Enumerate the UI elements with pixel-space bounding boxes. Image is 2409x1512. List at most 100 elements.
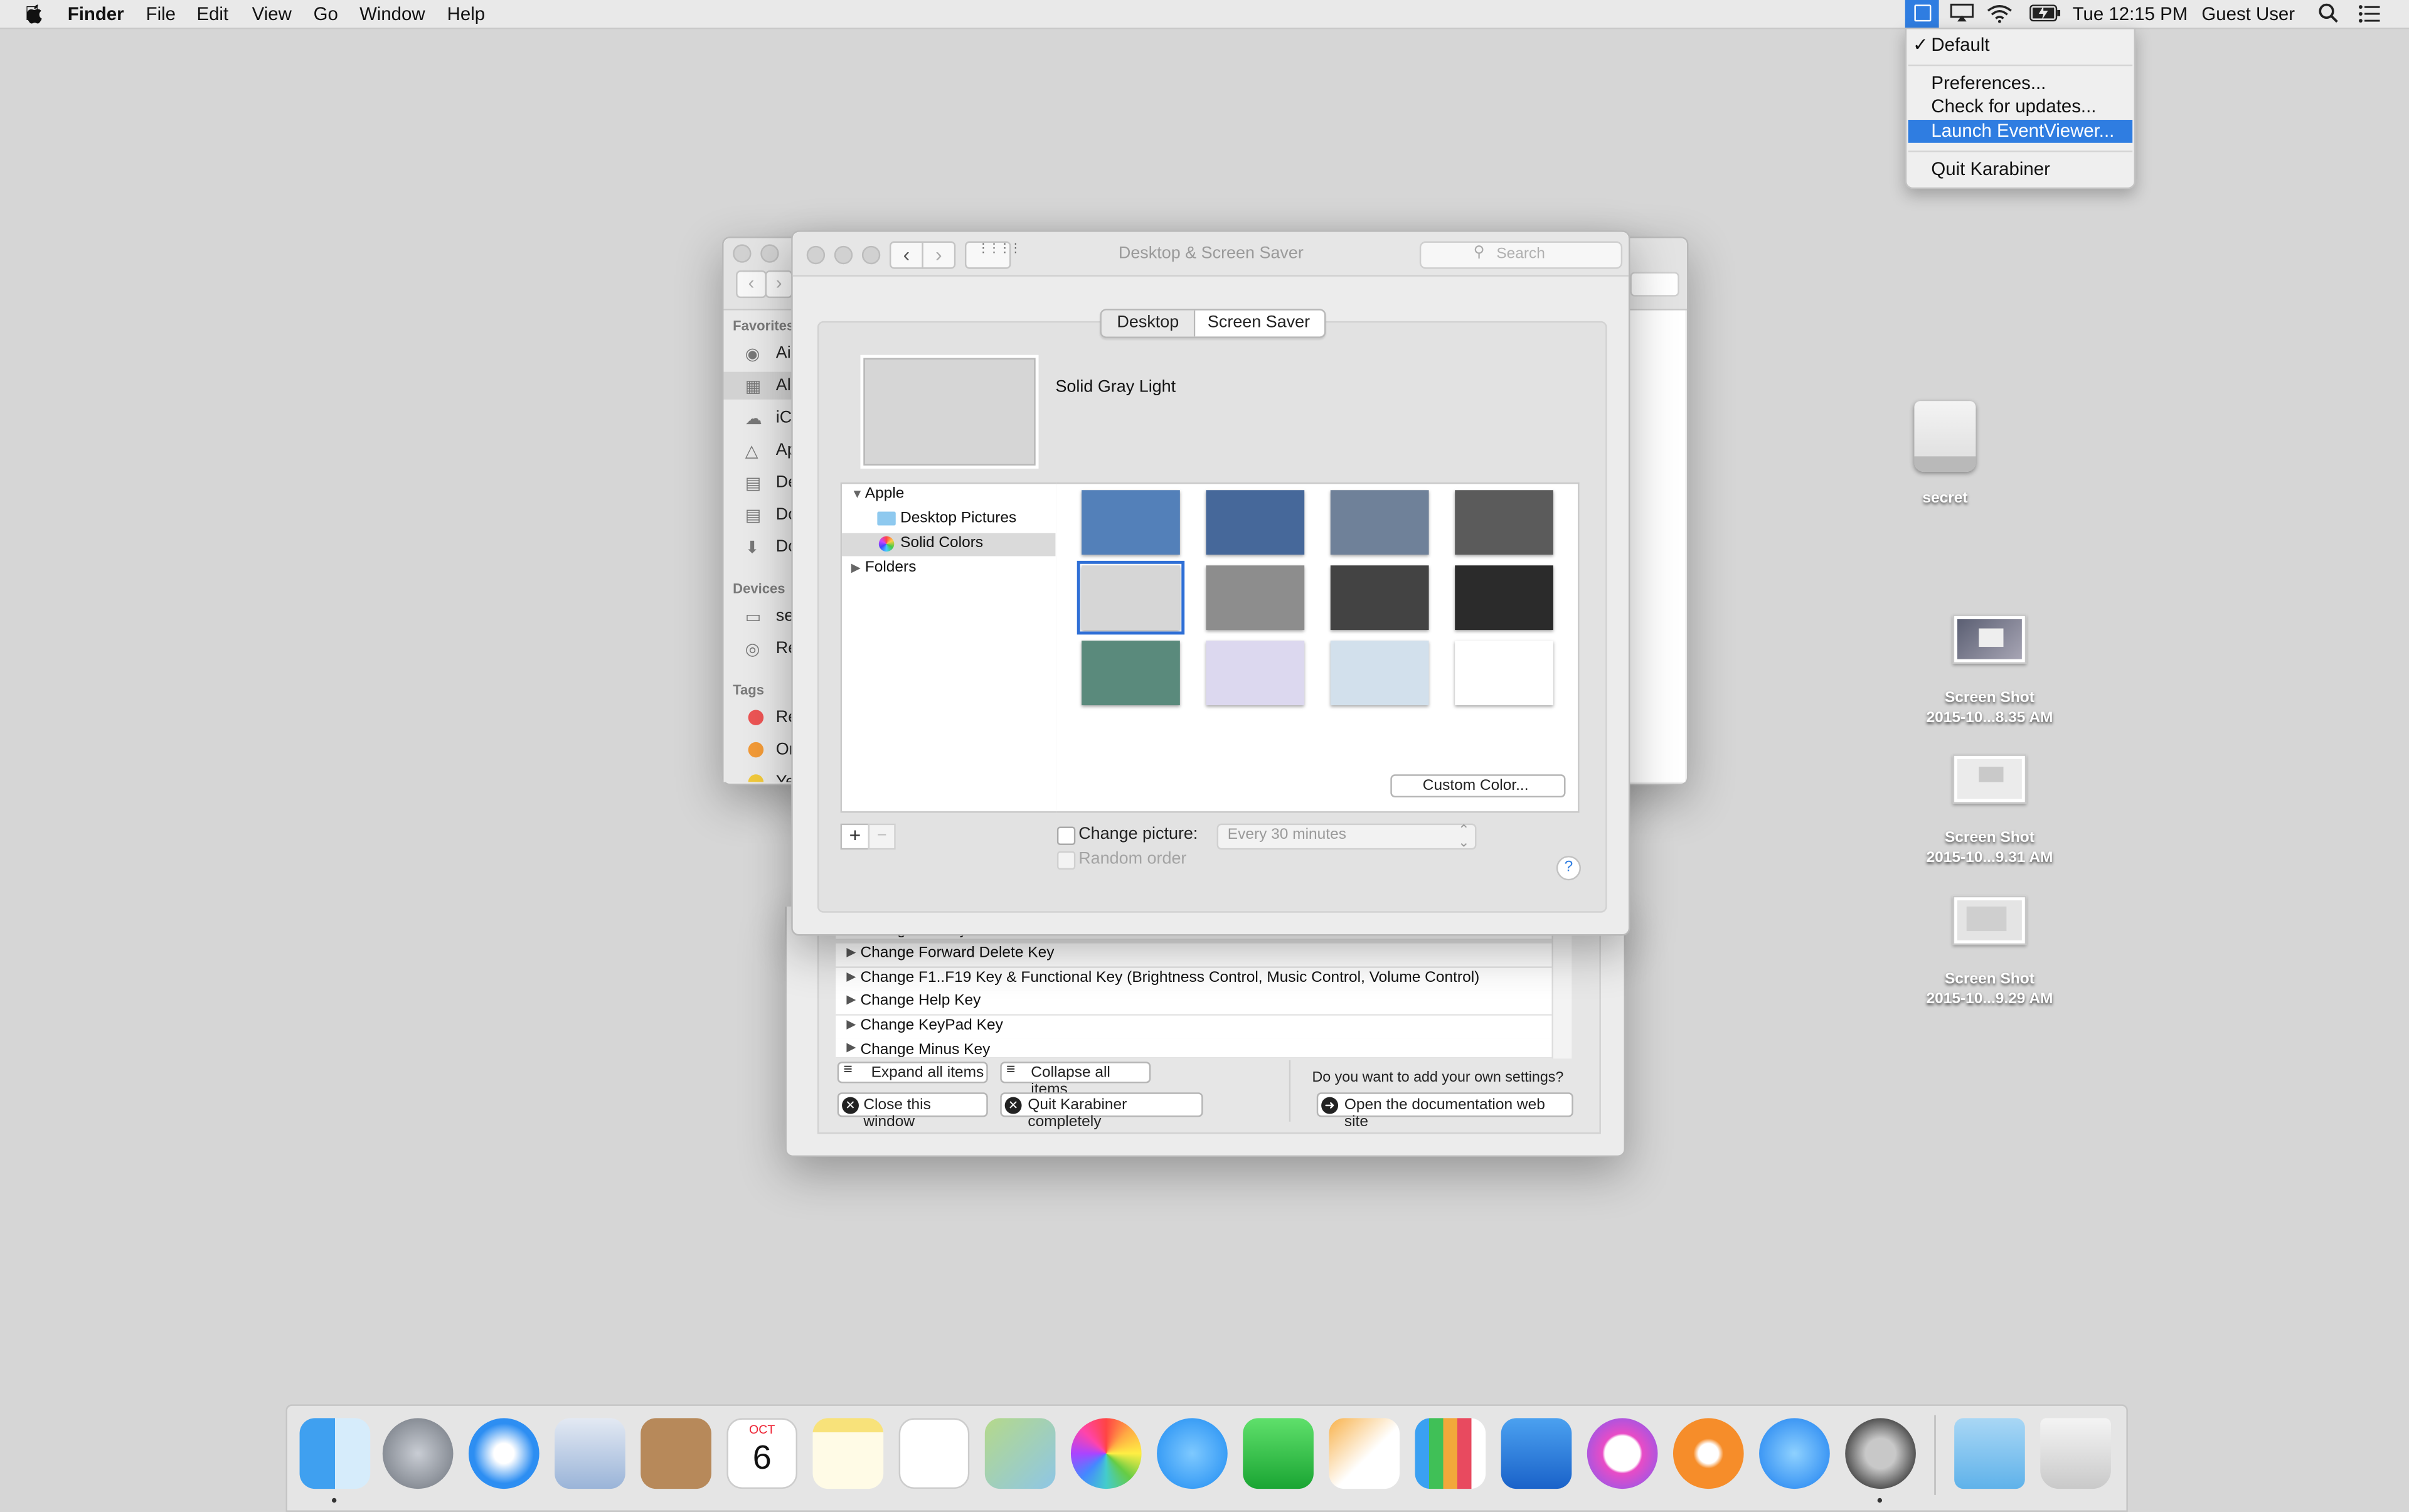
color-swatch[interactable] <box>1330 490 1429 555</box>
user-menu[interactable]: Guest User <box>2201 3 2295 24</box>
disclosure-triangle-icon[interactable]: ▶ <box>846 969 856 983</box>
change-picture-checkbox[interactable] <box>1056 826 1076 845</box>
show-all-button[interactable]: ⋮⋮⋮⋮ <box>964 241 1022 269</box>
random-order-checkbox[interactable] <box>1056 851 1076 870</box>
finder-icon[interactable] <box>299 1418 371 1489</box>
color-swatch[interactable] <box>1455 565 1553 631</box>
color-swatch[interactable] <box>1206 565 1305 631</box>
minimize-button[interactable] <box>834 245 853 265</box>
close-window-button[interactable]: ✕ Close this window <box>837 1092 988 1131</box>
safari-icon[interactable] <box>468 1418 540 1489</box>
notification-center-icon[interactable] <box>2358 4 2380 28</box>
menu-finder[interactable]: Finder <box>68 3 124 24</box>
color-swatch[interactable] <box>1330 641 1429 706</box>
menu-edit[interactable]: Edit <box>196 3 228 24</box>
spotlight-icon[interactable] <box>2319 3 2339 28</box>
messages-icon[interactable] <box>1157 1418 1228 1489</box>
forward-button[interactable]: › <box>765 270 793 299</box>
finder-search-field[interactable] <box>1630 272 1679 297</box>
menu-item-default[interactable]: Default <box>1931 34 1989 55</box>
disclosure-triangle-icon[interactable]: ▶ <box>846 1040 856 1054</box>
tree-item-folders[interactable]: Folders <box>865 559 917 576</box>
collapse-all-button[interactable]: ≡ Collapse all items <box>1000 1062 1151 1099</box>
screenshot-thumbnail-icon[interactable] <box>1952 754 2027 804</box>
add-folder-button[interactable]: + <box>840 823 870 850</box>
custom-color-button[interactable]: Custom Color... <box>1390 774 1566 798</box>
help-button[interactable]: ? <box>1556 856 1582 881</box>
wifi-icon[interactable] <box>1987 3 2013 28</box>
disclosure-closed-icon[interactable]: ▶ <box>851 561 861 575</box>
menu-file[interactable]: File <box>146 3 176 24</box>
interval-select[interactable]: Every 30 minutes ⌃ ⌄ <box>1216 823 1477 850</box>
open-documentation-button[interactable]: ➜ Open the documentation web site <box>1316 1092 1573 1131</box>
maps-icon[interactable] <box>984 1418 1056 1489</box>
karabiner-status-icon[interactable] <box>1905 0 1939 28</box>
facetime-icon[interactable] <box>1243 1418 1314 1489</box>
tree-item-solid-colors[interactable]: Solid Colors <box>900 535 983 551</box>
table-row[interactable]: ▶ Change Minus Key <box>836 1038 1552 1059</box>
back-button[interactable]: ‹ <box>889 241 923 269</box>
menu-item-launch-eventviewer[interactable]: Launch EventViewer... <box>1931 120 2114 141</box>
back-button[interactable]: ‹ <box>736 270 767 299</box>
color-swatch[interactable] <box>1077 560 1185 635</box>
notes-icon[interactable] <box>812 1418 884 1489</box>
sidebar-item-airdrop[interactable]: Ai <box>776 344 791 363</box>
disclosure-open-icon[interactable]: ▼ <box>851 487 863 501</box>
menu-view[interactable]: View <box>252 3 292 24</box>
menu-item-preferences[interactable]: Preferences... <box>1931 72 2046 93</box>
color-swatch[interactable] <box>1082 490 1180 555</box>
forward-button[interactable]: › <box>922 241 956 269</box>
color-swatch[interactable] <box>1455 490 1553 555</box>
color-swatch[interactable] <box>1455 641 1553 706</box>
table-row[interactable]: ▶ Change Forward Delete Key <box>836 943 1552 968</box>
menu-item-quit-karabiner[interactable]: Quit Karabiner <box>1931 158 2050 179</box>
photos-icon[interactable] <box>1070 1418 1142 1489</box>
calendar-icon[interactable]: OCT 6 <box>726 1418 798 1489</box>
ibooks-icon[interactable] <box>1672 1418 1744 1489</box>
tab-screen-saver[interactable]: Screen Saver <box>1208 314 1310 332</box>
screenshot-thumbnail-icon[interactable] <box>1952 895 2027 945</box>
screenshot-thumbnail-icon[interactable] <box>1952 614 2027 664</box>
expand-all-button[interactable]: ≡ Expand all items <box>837 1062 988 1083</box>
menu-item-check-updates[interactable]: Check for updates... <box>1931 95 2096 117</box>
color-swatch[interactable] <box>1082 641 1180 706</box>
close-button[interactable] <box>806 245 826 265</box>
itunes-icon[interactable] <box>1587 1418 1658 1489</box>
keynote-icon[interactable] <box>1501 1418 1572 1489</box>
pages-icon[interactable] <box>1329 1418 1400 1489</box>
remove-folder-button[interactable]: − <box>868 823 896 850</box>
color-swatch[interactable] <box>1330 565 1429 631</box>
menu-go[interactable]: Go <box>314 3 338 24</box>
quit-karabiner-button[interactable]: ✕ Quit Karabiner completely <box>1000 1092 1203 1131</box>
tree-item-desktop-pictures[interactable]: Desktop Pictures <box>900 510 1016 527</box>
table-row[interactable]: ▶ Change F1..F19 Key & Functional Key (B… <box>836 967 1552 993</box>
disclosure-triangle-icon[interactable]: ▶ <box>846 1017 856 1031</box>
search-input[interactable]: ⚲ Search <box>1419 241 1623 269</box>
clock[interactable]: Tue 12:15 PM <box>2073 3 2188 24</box>
disclosure-triangle-icon[interactable]: ▶ <box>846 945 856 959</box>
launchpad-icon[interactable] <box>382 1418 454 1489</box>
table-row[interactable]: ▶ Change KeyPad Key <box>836 1015 1552 1040</box>
sidebar-item-all-my-files[interactable]: Al <box>776 376 791 395</box>
numbers-icon[interactable] <box>1415 1418 1486 1489</box>
trash-icon[interactable] <box>2040 1418 2111 1489</box>
menu-window[interactable]: Window <box>359 3 425 24</box>
secret-drive-icon[interactable] <box>1912 401 1979 475</box>
appstore-icon[interactable] <box>1759 1418 1830 1489</box>
battery-icon[interactable] <box>2029 4 2061 26</box>
list-scrollbar[interactable] <box>1551 920 1572 1059</box>
mail-icon[interactable] <box>555 1418 625 1489</box>
menu-help[interactable]: Help <box>447 3 485 24</box>
zoom-button[interactable] <box>861 245 881 265</box>
airplay-icon[interactable] <box>1950 3 1974 28</box>
color-swatch[interactable] <box>1206 490 1305 555</box>
system-preferences-icon[interactable] <box>1845 1418 1916 1489</box>
disclosure-triangle-icon[interactable]: ▶ <box>846 993 856 1006</box>
minimize-button[interactable] <box>760 244 779 263</box>
color-swatch[interactable] <box>1206 641 1305 706</box>
downloads-icon[interactable] <box>1954 1418 2025 1489</box>
reminders-icon[interactable] <box>898 1418 970 1489</box>
table-row[interactable]: ▶ Change Help Key <box>836 991 1552 1016</box>
tree-item-apple[interactable]: Apple <box>865 486 905 503</box>
close-button[interactable] <box>733 244 752 263</box>
